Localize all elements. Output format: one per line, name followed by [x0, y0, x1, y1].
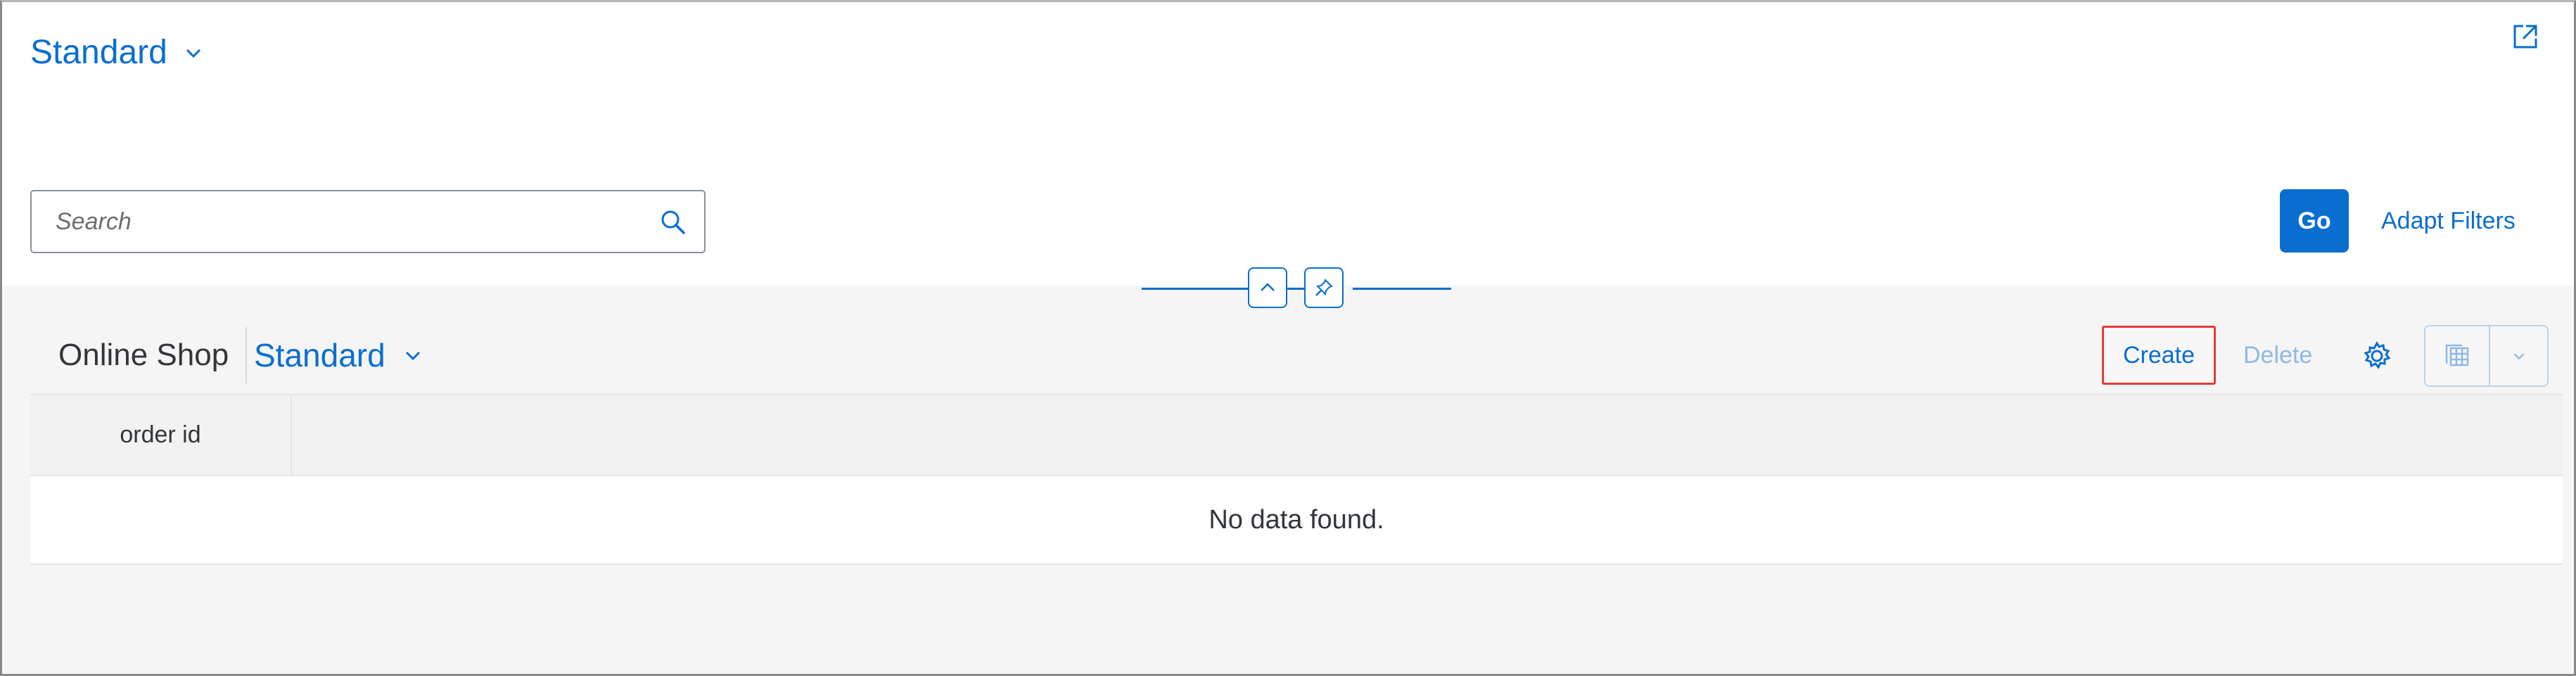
table-variant-selector[interactable]: Standard — [254, 334, 423, 376]
variant-title: Standard — [30, 34, 167, 71]
table-header-row: order id — [30, 394, 2563, 476]
search-icon[interactable] — [659, 208, 687, 236]
delete-button[interactable]: Delete — [2243, 326, 2312, 385]
export-spreadsheet-icon — [2445, 344, 2469, 366]
adapt-filters-button[interactable]: Adapt Filters — [2381, 189, 2516, 253]
search-field[interactable] — [30, 190, 706, 253]
export-button-group — [2424, 325, 2549, 387]
orders-table: order id No data found. — [30, 394, 2563, 565]
header-divider-line — [1353, 288, 1451, 290]
create-button[interactable]: Create — [2102, 326, 2216, 385]
no-data-message: No data found. — [30, 476, 2563, 565]
search-input[interactable] — [54, 207, 634, 236]
variant-selector[interactable]: Standard — [30, 32, 204, 74]
table-variant-label: Standard — [254, 337, 385, 374]
go-button[interactable]: Go — [2280, 189, 2349, 253]
chevron-down-icon — [405, 351, 420, 361]
table-title: Online Shop — [58, 338, 229, 372]
chevron-down-icon — [2513, 353, 2524, 360]
export-options-button[interactable] — [2490, 326, 2547, 385]
pin-icon — [1315, 279, 1333, 296]
export-button[interactable] — [2425, 326, 2490, 385]
chevron-down-icon — [186, 49, 200, 58]
share-icon[interactable] — [2509, 20, 2542, 53]
pin-header-button[interactable] — [1304, 267, 1344, 308]
gear-icon[interactable] — [2361, 340, 2393, 372]
app-window: Standard Go Adapt Filters — [0, 0, 2576, 676]
collapse-header-button[interactable] — [1248, 267, 1287, 308]
column-header-filler — [292, 395, 2563, 475]
toolbar-separator — [246, 327, 247, 383]
filter-bar-header: Standard Go Adapt Filters — [2, 2, 2574, 286]
column-header-order-id[interactable]: order id — [30, 395, 292, 475]
header-divider-line — [1142, 288, 1318, 290]
chevron-up-icon — [1261, 283, 1275, 291]
